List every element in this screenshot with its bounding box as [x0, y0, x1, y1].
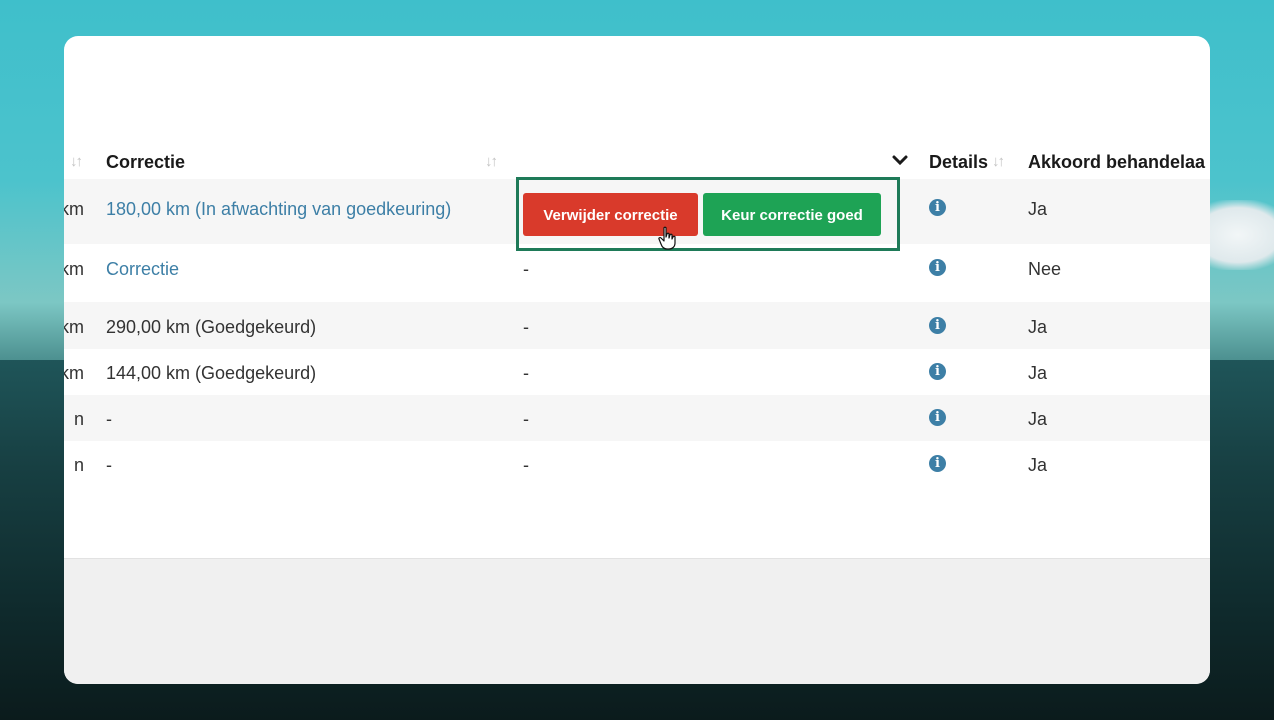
table-row: n - - i Ja	[64, 395, 1210, 441]
previous-column-cell: n	[73, 455, 84, 475]
table-row: n - - i Ja	[64, 441, 1210, 487]
info-icon[interactable]: i	[929, 455, 946, 472]
table-row: km 144,00 km (Goedgekeurd) - i Ja	[64, 349, 1210, 395]
action-cell: -	[523, 259, 529, 279]
hand-pointer-icon	[658, 226, 676, 250]
action-cell: -	[523, 363, 529, 383]
table-card: ↓↑ Correctie ↓↑ Details ↓↑ Akkoord behan…	[64, 36, 1210, 684]
table-row: km Correctie - i Nee	[64, 244, 1210, 302]
header-correctie: Correctie	[106, 152, 186, 172]
akkoord-value: Nee	[1028, 259, 1062, 279]
info-icon[interactable]: i	[929, 259, 946, 276]
sort-icon[interactable]: ↓↑	[70, 148, 83, 176]
correctie-link[interactable]: Correctie	[106, 259, 179, 280]
correctie-value: 144,00 km (Goedgekeurd)	[106, 363, 317, 383]
action-cell: -	[523, 409, 529, 429]
card-footer	[64, 558, 1210, 684]
previous-column-cell: km	[64, 199, 84, 219]
akkoord-value: Ja	[1028, 317, 1048, 337]
akkoord-value: Ja	[1028, 409, 1048, 429]
action-cell: -	[523, 455, 529, 475]
info-icon[interactable]: i	[929, 363, 946, 380]
previous-column-cell: km	[64, 363, 84, 383]
table-row: km 290,00 km (Goedgekeurd) - i Ja	[64, 302, 1210, 349]
correctie-link[interactable]: 180,00 km (In afwachting van goedkeuring…	[106, 199, 451, 220]
header-details: Details	[929, 152, 989, 172]
info-icon[interactable]: i	[929, 199, 946, 216]
approve-correction-button[interactable]: Keur correctie goed	[703, 193, 881, 236]
akkoord-value: Ja	[1028, 455, 1048, 475]
action-cell: -	[523, 317, 529, 337]
correctie-value: -	[106, 409, 112, 429]
info-icon[interactable]: i	[929, 409, 946, 426]
info-icon[interactable]: i	[929, 317, 946, 334]
correctie-value: -	[106, 455, 112, 475]
akkoord-value: Ja	[1028, 199, 1048, 219]
correctie-value: 290,00 km (Goedgekeurd)	[106, 317, 317, 337]
sort-icon[interactable]: ↓↑	[992, 148, 1005, 176]
previous-column-cell: km	[64, 317, 84, 337]
chevron-down-icon[interactable]	[890, 150, 910, 170]
akkoord-value: Ja	[1028, 363, 1048, 383]
previous-column-cell: n	[73, 409, 84, 429]
previous-column-cell: km	[64, 259, 84, 279]
sort-icon[interactable]: ↓↑	[485, 148, 498, 176]
header-akkoord-behandelaar: Akkoord behandelaa	[1028, 152, 1206, 172]
